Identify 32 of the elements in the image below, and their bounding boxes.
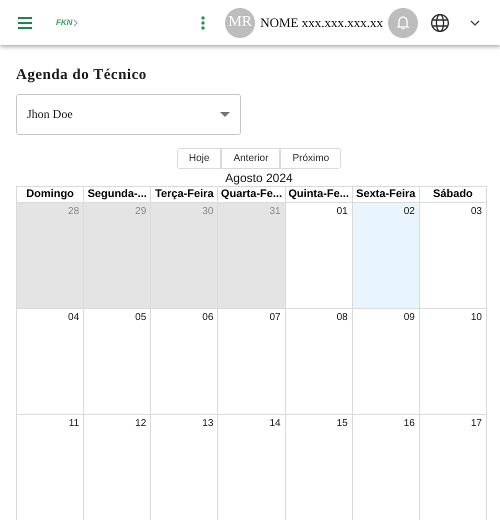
caret-icon [220, 112, 230, 117]
weekday-header: Quinta-Fe... [286, 186, 353, 202]
day-cell[interactable]: 10 [420, 308, 487, 414]
day-cell[interactable]: 07 [218, 308, 286, 414]
page-title: Agenda do Técnico [16, 66, 148, 85]
day-cell[interactable]: 03 [420, 202, 487, 308]
day-cell[interactable]: 04 [17, 308, 84, 414]
technician-select[interactable]: Jhon Doe [16, 94, 241, 135]
more-icon[interactable] [201, 16, 206, 30]
day-cell[interactable]: 08 [286, 308, 353, 414]
day-cell[interactable]: 16 [352, 414, 420, 520]
day-cell[interactable]: 13 [151, 414, 218, 520]
globe-icon[interactable] [430, 12, 450, 32]
bell-icon [396, 14, 410, 30]
day-cell[interactable]: 09 [352, 308, 420, 414]
day-cell[interactable]: 12 [84, 414, 152, 520]
day-cell[interactable]: 02 [352, 202, 420, 308]
menu-icon[interactable] [18, 16, 32, 28]
dropdown-icon[interactable] [470, 20, 480, 26]
day-cell[interactable]: 06 [151, 308, 218, 414]
chevron-icon [73, 18, 78, 26]
nav-button[interactable]: Anterior [221, 148, 280, 169]
day-cell[interactable]: 14 [218, 414, 286, 520]
nav-button[interactable]: Próximo [280, 148, 342, 169]
user-name: NOME xxx.xxx.xxx.xx [260, 14, 383, 30]
day-cell[interactable]: 11 [17, 414, 84, 520]
day-cell[interactable]: 17 [420, 414, 487, 520]
nav-button[interactable]: Hoje [176, 148, 222, 169]
weekday-header: Sábado [420, 186, 487, 202]
day-cell[interactable]: 15 [286, 414, 353, 520]
day-cell[interactable]: 05 [84, 308, 152, 414]
month-label: Agosto 2024 [224, 171, 294, 186]
